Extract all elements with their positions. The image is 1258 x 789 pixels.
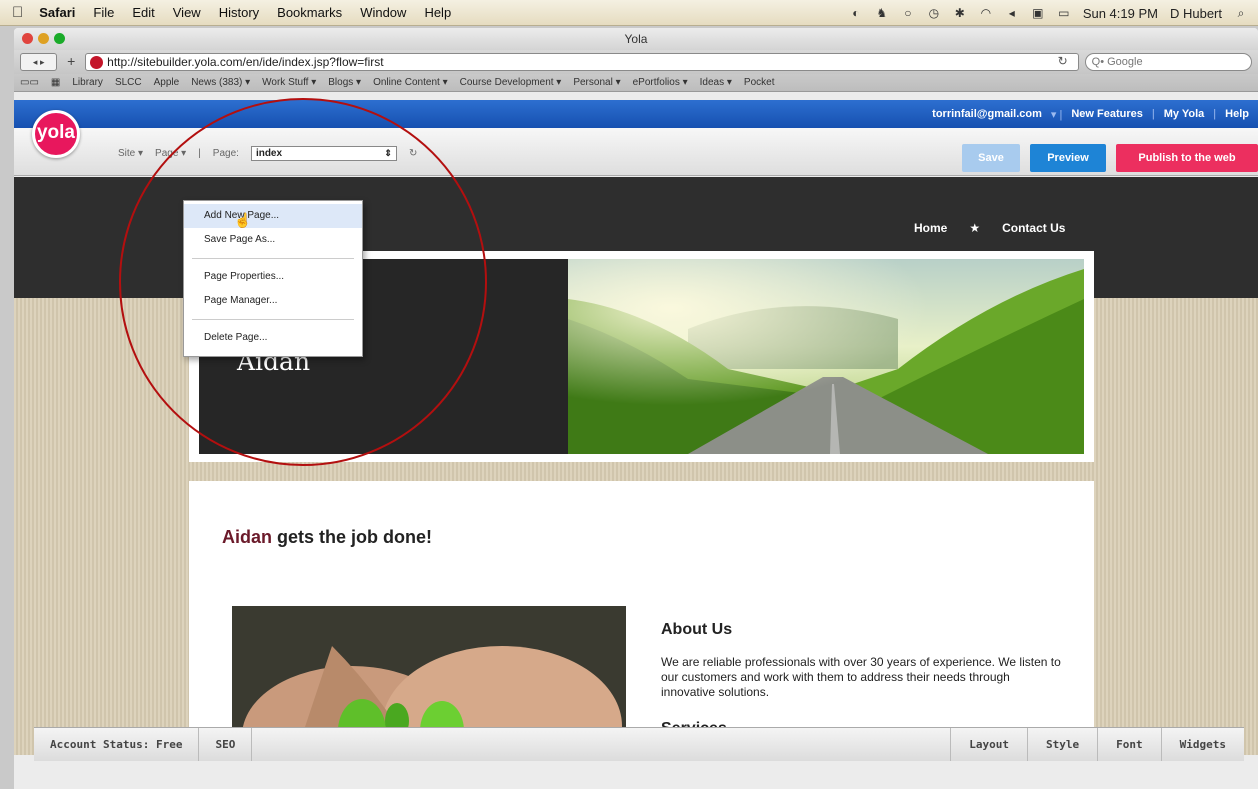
zoom-window-button[interactable] xyxy=(54,33,65,44)
battery-icon[interactable]: ▭ xyxy=(1057,6,1071,20)
mac-menu-bar:  Safari File Edit View History Bookmark… xyxy=(0,0,1258,26)
menu-safari[interactable]: Safari xyxy=(39,5,75,20)
top-sites-icon[interactable]: ▦ xyxy=(51,77,60,88)
menu-file[interactable]: File xyxy=(93,5,114,20)
delete-page-item[interactable]: Delete Page... xyxy=(184,326,362,350)
search-field[interactable]: Q• Google xyxy=(1084,53,1252,71)
site-favicon-icon xyxy=(90,55,104,69)
account-email[interactable]: torrinfail@gmail.com xyxy=(923,108,1051,120)
menu-history[interactable]: History xyxy=(219,5,259,20)
page-dropdown-menu: Add New Page... Save Page As... Page Pro… xyxy=(183,200,363,357)
page-properties-item[interactable]: Page Properties... xyxy=(184,265,362,289)
minimize-window-button[interactable] xyxy=(38,33,49,44)
apple-icon[interactable]:  xyxy=(12,4,23,21)
page-manager-item[interactable]: Page Manager... xyxy=(184,289,362,313)
menu-bookmarks[interactable]: Bookmarks xyxy=(277,5,342,20)
banner-road-image xyxy=(568,259,1084,454)
sync-icon[interactable]: ○ xyxy=(901,6,915,20)
menu-view[interactable]: View xyxy=(173,5,201,20)
publish-button[interactable]: Publish to the web xyxy=(1116,144,1258,172)
window-title: Yola xyxy=(624,32,648,46)
reload-icon[interactable]: ↻ xyxy=(1058,54,1068,68)
bookmark-ideas[interactable]: Ideas ▾ xyxy=(700,77,732,88)
volume-icon[interactable]: ◂ xyxy=(1005,6,1019,20)
nav-home[interactable]: Home xyxy=(914,221,947,235)
page-label: Page: xyxy=(212,148,239,159)
nav-star-icon: ★ xyxy=(969,221,981,235)
bookmark-course-development[interactable]: Course Development ▾ xyxy=(460,77,562,88)
bookmark-slcc[interactable]: SLCC xyxy=(115,77,142,88)
add-new-page-item[interactable]: Add New Page... xyxy=(184,204,362,228)
hand-cursor-icon: ☝ xyxy=(234,212,252,228)
browser-toolbar: ◂ ▸ + http://sitebuilder.yola.com/en/ide… xyxy=(14,50,1258,74)
menu-window[interactable]: Window xyxy=(360,5,406,20)
evernote-icon[interactable]: ♞ xyxy=(875,6,889,20)
menu-help[interactable]: Help xyxy=(424,5,451,20)
site-menu[interactable]: Site ▾ xyxy=(118,148,143,159)
save-button[interactable]: Save xyxy=(962,144,1020,172)
headline-rest: gets the job done! xyxy=(272,527,433,547)
time-machine-icon[interactable]: ◷ xyxy=(927,6,941,20)
yola-account-bar: torrinfail@gmail.com ▾ | New Features | … xyxy=(14,100,1258,128)
window-controls xyxy=(22,33,65,44)
safari-window: Yola ◂ ▸ + http://sitebuilder.yola.com/e… xyxy=(14,28,1258,789)
my-yola-link[interactable]: My Yola xyxy=(1155,108,1214,120)
menu-edit[interactable]: Edit xyxy=(132,5,154,20)
bookmark-eportfolios[interactable]: ePortfolios ▾ xyxy=(633,77,688,88)
editor-menus: Site ▾ Page ▾ | Page: index ↻ xyxy=(118,146,417,161)
bookmark-library[interactable]: Library xyxy=(72,77,103,88)
reader-icon[interactable]: ▭▭ xyxy=(20,77,39,88)
page-refresh-icon[interactable]: ↻ xyxy=(409,148,417,159)
bookmark-apple[interactable]: Apple xyxy=(154,77,180,88)
app-status-icon[interactable]: ◐ xyxy=(849,6,863,20)
bookmarks-bar: ▭▭ ▦ Library SLCC Apple News (383) ▾ Wor… xyxy=(14,74,1258,92)
page-select[interactable]: index xyxy=(250,146,397,161)
about-heading[interactable]: About Us xyxy=(661,621,1061,639)
site-headline[interactable]: Aidan gets the job done! xyxy=(222,527,432,548)
bookmark-online-content[interactable]: Online Content ▾ xyxy=(373,77,448,88)
url-text: http://sitebuilder.yola.com/en/ide/index… xyxy=(107,55,384,69)
menu-divider xyxy=(192,258,354,259)
bookmark-personal[interactable]: Personal ▾ xyxy=(573,77,620,88)
page-menu[interactable]: Page ▾ xyxy=(155,148,186,159)
add-bookmark-button[interactable]: + xyxy=(63,53,79,71)
bookmark-work-stuff[interactable]: Work Stuff ▾ xyxy=(262,77,316,88)
style-tab[interactable]: Style xyxy=(1027,728,1097,761)
bluetooth-icon[interactable]: ✱ xyxy=(953,6,967,20)
user-name[interactable]: D Hubert xyxy=(1170,6,1222,21)
account-links: torrinfail@gmail.com ▾ | New Features | … xyxy=(923,100,1258,128)
site-navigation: Home ★ Contact Us xyxy=(914,221,1065,235)
layout-tab[interactable]: Layout xyxy=(950,728,1027,761)
display-icon[interactable]: ▣ xyxy=(1031,6,1045,20)
bookmark-blogs[interactable]: Blogs ▾ xyxy=(328,77,361,88)
clock[interactable]: Sun 4:19 PM xyxy=(1083,6,1158,21)
address-bar[interactable]: http://sitebuilder.yola.com/en/ide/index… xyxy=(85,53,1079,71)
nav-contact-us[interactable]: Contact Us xyxy=(1002,221,1065,235)
new-features-link[interactable]: New Features xyxy=(1062,108,1152,120)
back-forward-buttons[interactable]: ◂ ▸ xyxy=(20,53,58,71)
help-link[interactable]: Help xyxy=(1216,108,1258,120)
yola-logo[interactable]: yola xyxy=(32,110,80,158)
preview-button[interactable]: Preview xyxy=(1030,144,1106,172)
bookmark-news[interactable]: News (383) ▾ xyxy=(191,77,250,88)
menu-divider xyxy=(192,319,354,320)
widgets-tab[interactable]: Widgets xyxy=(1160,728,1244,761)
spotlight-icon[interactable]: ⌕ xyxy=(1234,6,1248,20)
title-bar: Yola xyxy=(14,28,1258,50)
menu-divider: | xyxy=(198,148,201,159)
save-page-as-item[interactable]: Save Page As... xyxy=(184,228,362,252)
account-status[interactable]: Account Status: Free xyxy=(34,728,200,761)
font-tab[interactable]: Font xyxy=(1097,728,1161,761)
headline-accent: Aidan xyxy=(222,527,273,547)
status-area: ◐ ♞ ○ ◷ ✱ ◠ ◂ ▣ ▭ Sun 4:19 PM D Hubert ⌕ xyxy=(849,0,1248,26)
close-window-button[interactable] xyxy=(22,33,33,44)
about-text[interactable]: We are reliable professionals with over … xyxy=(661,655,1061,700)
site-content: Aidan gets the job done! About Us We are… xyxy=(189,481,1094,755)
yola-editor-toolbar: Site ▾ Page ▾ | Page: index ↻ Save Previ… xyxy=(14,128,1258,176)
editor-bottom-bar: Account Status: Free SEO Layout Style Fo… xyxy=(34,727,1244,761)
wifi-icon[interactable]: ◠ xyxy=(979,6,993,20)
seo-tab[interactable]: SEO xyxy=(199,728,253,761)
bookmark-pocket[interactable]: Pocket xyxy=(744,77,775,88)
